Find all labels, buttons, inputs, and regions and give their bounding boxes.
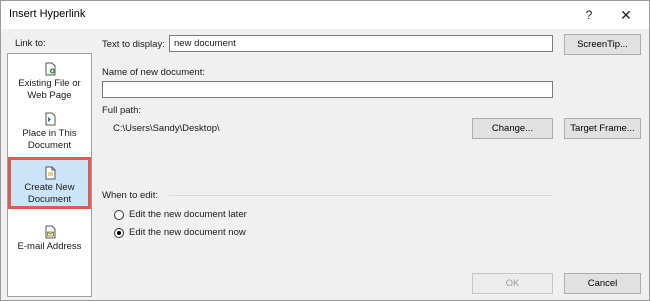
link-item-place-in-document[interactable]: Place in This Document: [8, 112, 91, 152]
change-button[interactable]: Change...: [472, 118, 553, 139]
text-to-display-label: Text to display:: [102, 39, 165, 50]
close-button[interactable]: ✕: [615, 5, 637, 25]
link-item-label: Place in This: [22, 128, 77, 139]
link-item-existing-file[interactable]: Existing File or Web Page: [8, 62, 91, 102]
link-item-email-address[interactable]: E-mail Address: [8, 225, 91, 253]
title-bar: Insert Hyperlink ? ✕: [1, 1, 649, 29]
when-to-edit-label: When to edit:: [102, 190, 158, 201]
edit-later-radio[interactable]: [114, 210, 124, 220]
email-address-icon: [45, 225, 55, 239]
link-item-label: Web Page: [27, 90, 72, 101]
target-frame-button[interactable]: Target Frame...: [564, 118, 641, 139]
edit-later-label[interactable]: Edit the new document later: [129, 209, 247, 220]
ok-button[interactable]: OK: [472, 273, 553, 294]
link-item-label: Document: [27, 194, 72, 205]
link-to-panel: Existing File or Web Page Place in This …: [7, 53, 92, 297]
existing-file-icon: [45, 62, 55, 76]
link-item-label: E-mail Address: [17, 241, 82, 252]
new-document-icon: [45, 166, 55, 180]
dialog-title: Insert Hyperlink: [9, 8, 86, 20]
link-item-label: Document: [27, 140, 72, 151]
help-button[interactable]: ?: [579, 5, 599, 25]
screentip-button[interactable]: ScreenTip...: [564, 34, 641, 55]
link-item-label: Existing File or: [18, 78, 81, 89]
text-to-display-input[interactable]: new document: [169, 35, 553, 52]
link-to-label: Link to:: [15, 38, 46, 49]
name-of-new-document-label: Name of new document:: [102, 67, 205, 78]
full-path-label: Full path:: [102, 105, 142, 116]
edit-now-label[interactable]: Edit the new document now: [129, 227, 246, 238]
full-path-value: C:\Users\Sandy\Desktop\: [113, 123, 220, 134]
insert-hyperlink-dialog: Insert Hyperlink ? ✕ Link to: Existing F…: [0, 0, 650, 301]
place-in-document-icon: [45, 112, 55, 126]
link-item-label: Create New: [24, 182, 75, 193]
section-divider: [169, 195, 553, 196]
link-item-create-new-document[interactable]: Create New Document: [8, 157, 91, 209]
edit-now-radio[interactable]: [114, 228, 124, 238]
cancel-button[interactable]: Cancel: [564, 273, 641, 294]
name-of-new-document-input[interactable]: [102, 81, 553, 98]
